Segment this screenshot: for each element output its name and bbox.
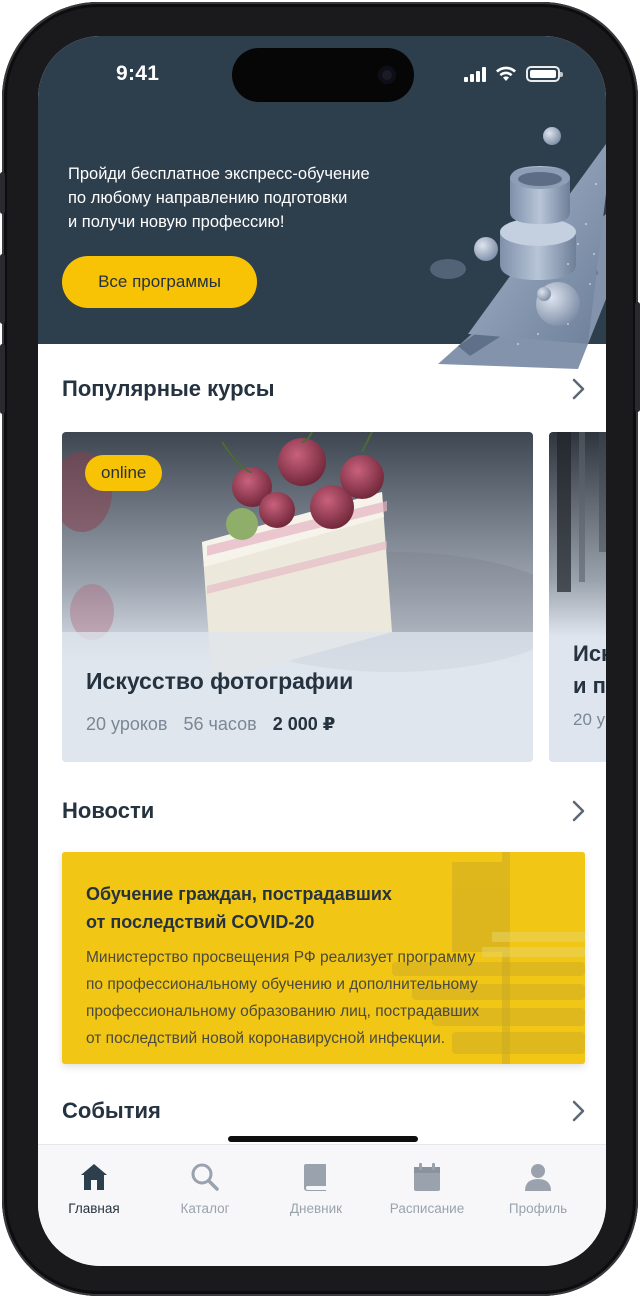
hero-text-line: и получи новую профессию! bbox=[68, 213, 285, 231]
power-button bbox=[635, 302, 640, 412]
tab-label: Расписание bbox=[389, 1201, 465, 1216]
news-body-line: от последствий новой коронавирусной инфе… bbox=[86, 1030, 446, 1047]
course-price: 2 000 ₽ bbox=[272, 714, 336, 734]
course-title: Иск и п bbox=[573, 638, 606, 702]
tab-bar: Главная Каталог Дневник Расписание Профи… bbox=[38, 1144, 606, 1266]
search-icon bbox=[191, 1163, 219, 1191]
status-icons bbox=[464, 66, 563, 82]
status-time: 9:41 bbox=[116, 62, 160, 85]
section-title: События bbox=[62, 1098, 161, 1123]
screen: 9:41 Пройди бесплатное экспресс-обучение… bbox=[38, 36, 606, 1266]
news-header[interactable]: Новости bbox=[62, 791, 590, 831]
battery-icon bbox=[526, 66, 563, 82]
profile-icon bbox=[525, 1164, 551, 1191]
tab-profile[interactable]: Профиль bbox=[482, 1145, 594, 1235]
lessons-count: 20 уроков bbox=[86, 714, 168, 734]
section-title: Новости bbox=[62, 798, 155, 823]
hero-text: Пройди бесплатное экспресс-обучение по л… bbox=[68, 162, 418, 234]
tab-label: Профиль bbox=[508, 1201, 568, 1216]
dynamic-island bbox=[232, 48, 414, 102]
chevron-right-icon[interactable] bbox=[566, 1099, 590, 1123]
hero-banner: 9:41 Пройди бесплатное экспресс-обучение… bbox=[38, 36, 606, 369]
news-title-line: Обучение граждан, пострадавших bbox=[86, 884, 392, 904]
online-badge: online bbox=[85, 455, 163, 491]
home-icon bbox=[81, 1164, 107, 1190]
tab-home[interactable]: Главная bbox=[38, 1145, 150, 1235]
news-body-line: Министерство просвещения РФ реализует пр… bbox=[86, 949, 476, 966]
news-title: Обучение граждан, пострадавших от послед… bbox=[86, 880, 446, 936]
volume-down-button bbox=[0, 344, 5, 414]
news-card[interactable]: Обучение граждан, пострадавших от послед… bbox=[62, 852, 585, 1064]
tab-diary[interactable]: Дневник bbox=[260, 1145, 372, 1235]
tab-label: Главная bbox=[68, 1201, 120, 1216]
chevron-right-icon[interactable] bbox=[566, 799, 590, 823]
course-meta: 20 уроков 56 часов 2 000 ₽ bbox=[86, 714, 335, 735]
news-body: Министерство просвещения РФ реализует пр… bbox=[86, 944, 546, 1052]
tab-label: Каталог bbox=[180, 1201, 230, 1216]
tab-schedule[interactable]: Расписание bbox=[371, 1145, 483, 1235]
calendar-icon bbox=[414, 1163, 440, 1191]
home-indicator[interactable] bbox=[228, 1136, 418, 1142]
hours-count: 56 часов bbox=[183, 714, 257, 734]
phone-frame: 9:41 Пройди бесплатное экспресс-обучение… bbox=[0, 2, 640, 1296]
volume-up-button bbox=[0, 254, 5, 324]
events-header[interactable]: События bbox=[62, 1091, 590, 1131]
tab-catalog[interactable]: Каталог bbox=[149, 1145, 261, 1235]
hero-text-line: по любому направлению подготовки bbox=[68, 189, 348, 207]
tab-label: Дневник bbox=[289, 1201, 343, 1216]
hero-text-line: Пройди бесплатное экспресс-обучение bbox=[68, 165, 370, 183]
news-title-line: от последствий COVID-20 bbox=[86, 912, 315, 932]
camera-icon bbox=[378, 66, 396, 84]
course-title-line: Иск bbox=[573, 641, 606, 666]
mute-switch bbox=[0, 172, 5, 214]
course-title-line: и п bbox=[573, 673, 606, 698]
course-title: Искусство фотографии bbox=[86, 668, 354, 694]
news-body-line: по профессиональному обучению и дополнит… bbox=[86, 976, 478, 993]
course-card[interactable]: online Искусство фотографии 20 уроков 56… bbox=[62, 432, 533, 762]
section-title: Популярные курсы bbox=[62, 376, 275, 401]
course-card-partial[interactable]: Иск и п 20 у bbox=[549, 432, 606, 762]
wifi-icon bbox=[496, 66, 516, 81]
lessons-count: 20 у bbox=[573, 710, 606, 729]
popular-courses-header[interactable]: Популярные курсы bbox=[62, 369, 590, 409]
signal-icon bbox=[464, 66, 486, 82]
hero-illustration bbox=[430, 127, 606, 369]
all-programs-button[interactable]: Все программы bbox=[62, 256, 257, 308]
news-body-line: профессиональному образованию лиц, постр… bbox=[86, 1003, 480, 1020]
chevron-right-icon[interactable] bbox=[566, 377, 590, 401]
book-icon bbox=[304, 1164, 326, 1191]
